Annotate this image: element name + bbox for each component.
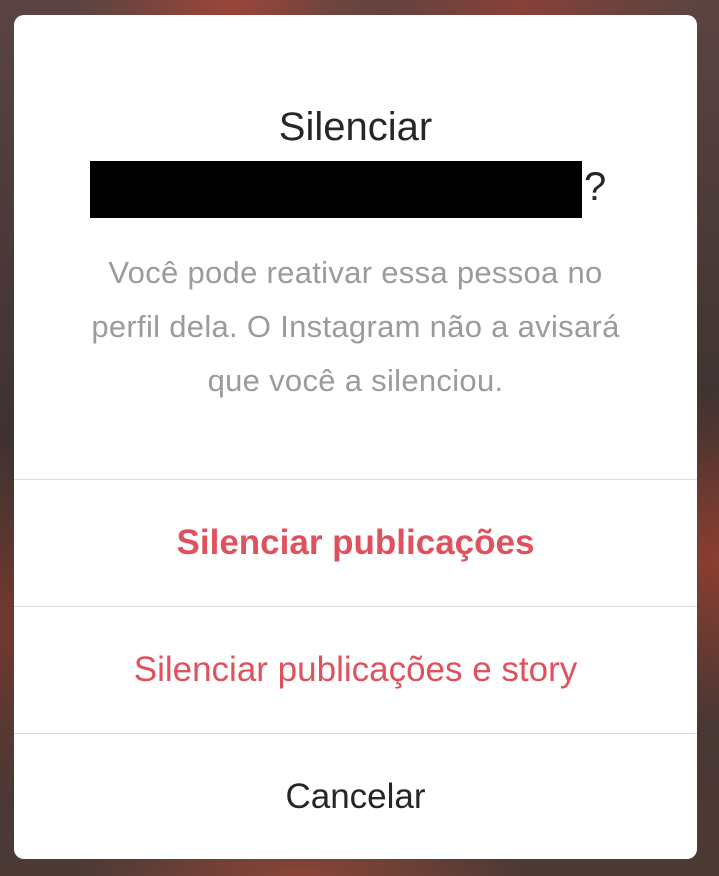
mute-posts-and-story-button[interactable]: Silenciar publicações e story [14,607,697,733]
mute-posts-button[interactable]: Silenciar publicações [14,480,697,606]
dialog-message: Você pode reativar essa pessoa no perfil… [91,255,620,398]
dialog-title: Silenciar [278,105,433,149]
mute-dialog: Silenciar ? Você pode reativar essa pess… [14,15,697,859]
dialog-header: Silenciar ? Você pode reativar essa pess… [14,15,697,479]
cancel-button[interactable]: Cancelar [14,734,697,859]
title-question-mark: ? [584,165,607,209]
redacted-username [90,161,582,218]
